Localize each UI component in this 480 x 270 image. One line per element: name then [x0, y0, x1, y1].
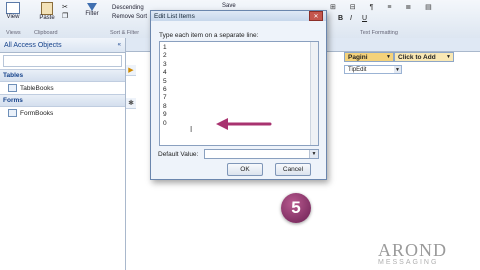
- views-group-label: Views: [6, 30, 21, 36]
- chevron-down-icon[interactable]: ▼: [446, 54, 451, 60]
- edit-list-items-dialog: Edit List Items ✕ Type each item on a se…: [150, 10, 327, 180]
- descending-button[interactable]: Descending: [112, 5, 144, 11]
- underline-icon[interactable]: U: [362, 15, 367, 22]
- remove-sort-button[interactable]: Remove Sort: [112, 14, 147, 20]
- clipboard-group-label: Clipboard: [34, 30, 58, 36]
- column-header-click-to-add[interactable]: Click to Add ▼: [394, 52, 454, 62]
- view-icon: [6, 2, 20, 14]
- chevron-down-icon[interactable]: ▼: [309, 150, 318, 158]
- sort-filter-group-label: Sort & Filter: [110, 30, 140, 36]
- pagini-cell[interactable]: TipEdit ▼: [344, 65, 402, 74]
- view-button[interactable]: View: [4, 2, 22, 24]
- text-cursor-icon: I: [190, 125, 193, 134]
- formatting-icons[interactable]: ⊞ ⊟ ¶ ≡ ≣ ▤: [330, 3, 438, 11]
- list-item: 5: [163, 77, 167, 85]
- nav-section-forms[interactable]: Forms: [0, 94, 125, 107]
- chevron-down-icon[interactable]: ▼: [386, 54, 391, 60]
- nav-search-input[interactable]: [3, 55, 122, 67]
- nav-header[interactable]: All Access Objects «: [0, 38, 125, 53]
- paste-icon: [41, 2, 53, 15]
- default-value-label: Default Value:: [158, 151, 199, 158]
- dialog-titlebar[interactable]: Edit List Items ✕: [151, 11, 326, 21]
- dialog-title: Edit List Items: [154, 12, 195, 20]
- filter-button[interactable]: Filter: [82, 2, 102, 24]
- cut-icon[interactable]: ✂: [62, 3, 68, 11]
- navigation-pane: All Access Objects « Tables TableBooks F…: [0, 38, 126, 270]
- pointer-arrow-icon: [216, 118, 272, 130]
- step-number-badge: 5: [281, 193, 311, 223]
- nav-title: All Access Objects: [4, 41, 62, 49]
- nav-collapse-icon[interactable]: «: [118, 42, 121, 48]
- close-button[interactable]: ✕: [309, 11, 323, 21]
- save-button[interactable]: Save: [222, 3, 236, 9]
- record-selector-current[interactable]: ▶: [126, 65, 136, 76]
- text-formatting-group-label: Text Formatting: [360, 30, 398, 36]
- filter-icon: [87, 3, 97, 11]
- italic-icon[interactable]: I: [350, 15, 352, 22]
- list-item: 4: [163, 69, 167, 77]
- bold-icon[interactable]: B: [338, 15, 343, 22]
- list-item: 3: [163, 60, 167, 68]
- list-item: 7: [163, 94, 167, 102]
- list-item: 6: [163, 86, 167, 94]
- copy-icon[interactable]: ❐: [62, 12, 68, 20]
- brand-watermark: AROND: [378, 240, 448, 260]
- list-scrollbar[interactable]: [310, 42, 318, 145]
- table-icon: [8, 84, 17, 92]
- cancel-button[interactable]: Cancel: [275, 163, 311, 176]
- default-value-input[interactable]: ▼: [204, 149, 319, 159]
- form-icon: [8, 109, 17, 117]
- paste-button[interactable]: Paste: [38, 2, 56, 24]
- nav-item-tablebooks[interactable]: TableBooks: [0, 82, 125, 94]
- nav-section-tables[interactable]: Tables: [0, 69, 125, 82]
- chevron-down-icon[interactable]: ▼: [394, 66, 401, 73]
- close-icon: ✕: [313, 13, 319, 20]
- column-header-pagini[interactable]: Pagini ▼: [344, 52, 394, 62]
- record-selector-new[interactable]: ✱: [126, 98, 136, 109]
- list-item: 2: [163, 52, 167, 60]
- dialog-prompt: Type each item on a separate line:: [159, 32, 259, 39]
- nav-item-formbooks[interactable]: FormBooks: [0, 107, 125, 119]
- list-item: 8: [163, 102, 167, 110]
- ok-button[interactable]: OK: [227, 163, 263, 176]
- brand-watermark-subtitle: MESSAGING: [378, 259, 439, 266]
- list-item: 1: [163, 44, 167, 51]
